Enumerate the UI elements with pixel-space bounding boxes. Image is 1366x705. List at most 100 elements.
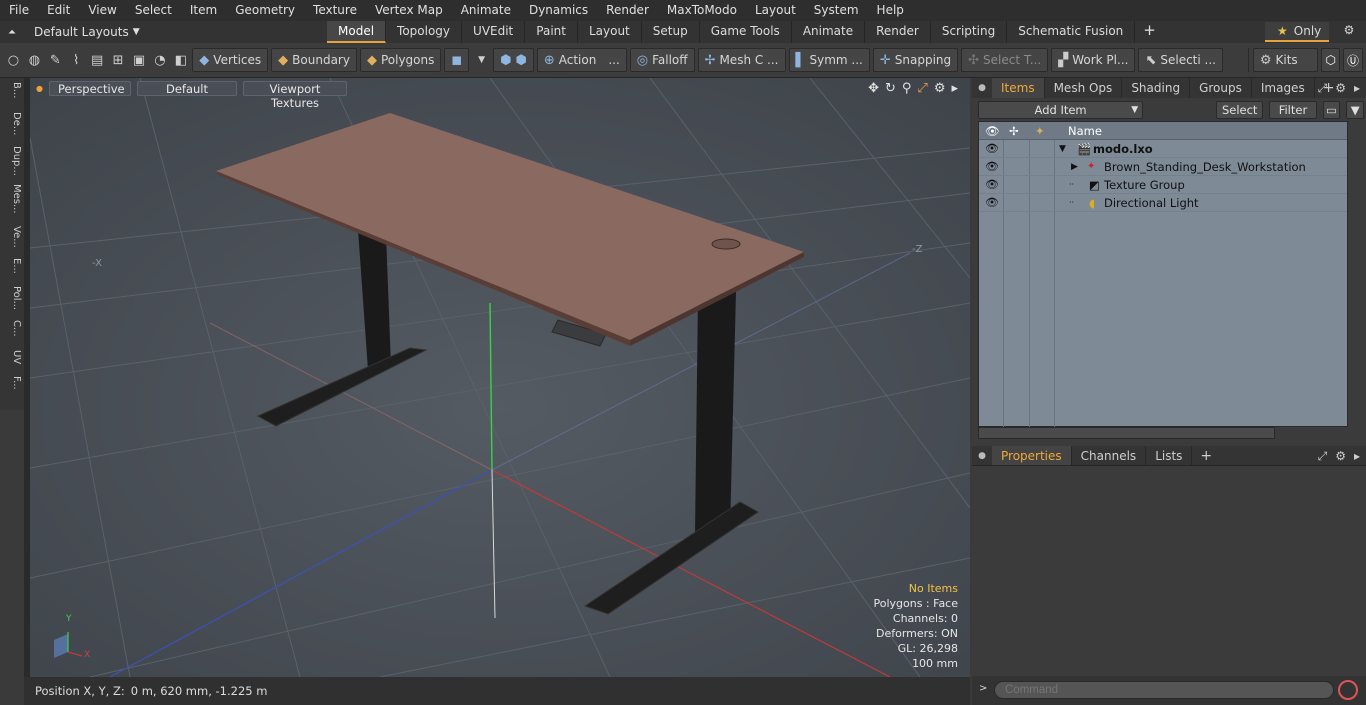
menu-item-item[interactable]: Item [181,0,226,21]
tab-lists[interactable]: Lists [1146,446,1193,466]
only-toggle[interactable]: ★ Only [1265,22,1329,42]
symmetry-toggle-button[interactable]: ⬢ ⬢ [493,48,534,72]
expand-panel-icon[interactable]: ⤢ [1318,81,1328,96]
vertices-button[interactable]: ◆ Vertices [192,48,269,72]
globe-icon[interactable]: ◍ [25,48,44,72]
expand-triangle-icon[interactable]: ▶ [1071,162,1078,172]
tab-paint[interactable]: Paint [525,21,578,43]
gear-icon[interactable]: ⚙ [1340,23,1358,41]
item-row-light[interactable]: 👁 ·· ◖ Directional Light [979,194,1347,212]
item-row-scene[interactable]: 👁 ▼ 🎬 modo.lxo [979,140,1347,158]
pen-icon[interactable]: ✎ [46,48,65,72]
menu-item-animate[interactable]: Animate [452,0,520,21]
menu-item-file[interactable]: File [0,0,38,21]
viewport-expand-icon[interactable]: ▸ [951,81,958,96]
tab-shading[interactable]: Shading [1122,78,1191,98]
tab-items[interactable]: Items [992,78,1045,98]
maximize-view-icon[interactable]: ⤢ [917,81,927,96]
work-plane-button[interactable]: ▞ Work Pl... [1051,48,1136,72]
move-view-icon[interactable]: ✥ [868,81,879,96]
boundary-button[interactable]: ◆ Boundary [271,48,357,72]
square-select-icon[interactable]: ▣ [130,48,149,72]
viewport-settings-icon[interactable]: ⚙ [934,81,946,96]
item-row-mesh[interactable]: 👁 ▶ ✦ Brown_Standing_Desk_Workstation [979,158,1347,176]
tab-layout[interactable]: Layout [578,21,642,43]
shading-dropdown[interactable]: Default [136,80,237,96]
left-tool-tab[interactable]: C... [2,320,22,337]
tab-model[interactable]: Model [327,21,387,43]
menu-item-edit[interactable]: Edit [38,0,79,21]
perspective-dropdown[interactable]: Perspective [48,80,131,96]
left-tool-tab[interactable]: E... [2,258,22,274]
circle-select-icon[interactable]: ○ [4,48,23,72]
kits-button[interactable]: ⚙ Kits [1252,48,1319,72]
menu-item-maxtomodo[interactable]: MaxToModo [658,0,746,21]
center-icon[interactable]: ⊞ [109,48,128,72]
left-tool-tab[interactable]: B... [2,82,22,98]
rotate-view-icon[interactable]: ↻ [885,81,896,96]
snapping-button[interactable]: ✛ Snapping [872,48,959,72]
left-tool-tab[interactable]: F... [2,376,22,390]
symmetry-button[interactable]: ▌ Symm ... [788,48,870,72]
menu-item-layout[interactable]: Layout [746,0,805,21]
action-button[interactable]: ⊕ Action... [536,48,627,72]
default-layouts-dropdown[interactable]: ⏶ Default Layouts ▼ [0,21,148,43]
name-column-header[interactable]: Name [1068,124,1102,138]
menu-item-render[interactable]: Render [597,0,658,21]
tab-channels[interactable]: Channels [1072,446,1147,466]
viewport-textures-dropdown[interactable]: Viewport Textures [242,80,347,110]
visibility-eye-icon[interactable]: 👁 [984,142,1000,155]
panel-arrow-icon[interactable]: ▸ [1354,81,1360,96]
tab-mesh-ops[interactable]: Mesh Ops [1045,78,1123,98]
panel-settings-icon[interactable]: ⚙ [1335,81,1346,96]
left-tool-tab[interactable]: Mes... [2,184,22,214]
collapse-icon[interactable]: ▭ [1322,101,1341,119]
select-button[interactable]: Select [1216,101,1264,119]
tab-uvedit[interactable]: UVEdit [462,21,526,43]
item-row-texture-group[interactable]: 👁 ·· ◩ Texture Group [979,176,1347,194]
tab-images[interactable]: Images [1252,78,1315,98]
expand-panel-icon[interactable]: ⤢ [1318,449,1328,464]
tab-properties[interactable]: Properties [992,446,1072,466]
add-layout-tab-icon[interactable]: + [1135,21,1164,43]
menu-item-geometry[interactable]: Geometry [226,0,304,21]
material-mode-button[interactable]: ◼ [444,48,470,72]
align-icon[interactable]: ▤ [88,48,107,72]
left-tool-tab[interactable]: Ve... [2,226,22,248]
filter-funnel-icon[interactable]: ▼ [1346,101,1365,119]
menu-item-select[interactable]: Select [126,0,181,21]
item-mode-icon[interactable]: ◧ [171,48,190,72]
menu-item-view[interactable]: View [79,0,125,21]
menu-item-dynamics[interactable]: Dynamics [520,0,597,21]
tab-scripting[interactable]: Scripting [931,21,1008,43]
panel-settings-icon[interactable]: ⚙ [1335,449,1346,464]
zoom-view-icon[interactable]: ⚲ [902,81,912,96]
left-tool-tab[interactable]: De... [2,112,22,135]
unreal-button[interactable]: Ⓤ [1342,48,1363,72]
brush-icon[interactable]: ⌇ [67,48,86,72]
left-tool-tab[interactable]: Dup... [2,146,22,176]
visibility-eye-icon[interactable]: 👁 [984,160,1000,173]
left-tool-tab[interactable]: UV [2,350,22,364]
tab-animate[interactable]: Animate [792,21,866,43]
panel-arrow-icon[interactable]: ▸ [1354,449,1360,464]
polygons-button[interactable]: ◆ Polygons [359,48,442,72]
visibility-eye-icon[interactable]: 👁 [984,196,1000,209]
rotate-select-icon[interactable]: ◔ [150,48,169,72]
expand-triangle-icon[interactable]: ▼ [1059,144,1066,154]
chevron-down-icon[interactable]: ▼ [472,48,491,72]
tab-game-tools[interactable]: Game Tools [700,21,792,43]
falloff-button[interactable]: ◎ Falloff [629,48,695,72]
unity-button[interactable]: ⬡ [1321,48,1340,72]
mesh-constraint-button[interactable]: ✢ Mesh C ... [697,48,786,72]
menu-item-help[interactable]: Help [868,0,913,21]
tab-setup[interactable]: Setup [642,21,700,43]
left-tool-tab[interactable]: Pol... [2,286,22,310]
tab-render[interactable]: Render [865,21,931,43]
tab-topology[interactable]: Topology [386,21,463,43]
tab-schematic-fusion[interactable]: Schematic Fusion [1007,21,1136,43]
3d-viewport[interactable]: ● Perspective Default Viewport Textures … [30,78,970,677]
add-tab-icon[interactable]: + [1192,448,1220,464]
filter-button[interactable]: Filter [1269,101,1317,119]
add-item-button[interactable]: Add Item ▼ [978,101,1144,119]
